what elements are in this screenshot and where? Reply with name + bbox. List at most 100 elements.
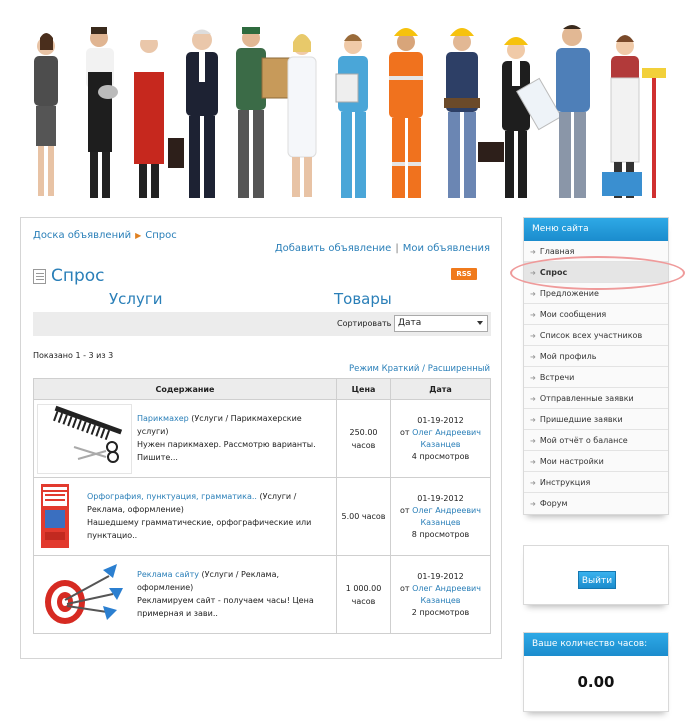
content-cell: Орфография, пунктуация, грамматика.. (Ус… — [33, 477, 337, 556]
main-panel: Доска объявлений ▶ Спрос Добавить объявлен… — [20, 217, 502, 659]
breadcrumb-root-link[interactable]: Доска объявлений — [33, 230, 131, 241]
top-links: Добавить объявление | Мои объявления — [275, 243, 490, 254]
add-ad-link[interactable]: Добавить объявление — [275, 243, 392, 254]
arrow-right-icon: ➜ — [530, 395, 536, 403]
date-cell: 01-19-2012 от Олег Андреевич Казанцев 2 … — [390, 555, 491, 634]
view-mode: Режим Краткий / Расширенный — [349, 364, 490, 374]
arrow-right-icon: ➜ — [530, 374, 536, 382]
author-link[interactable]: Олег Андреевич Казанцев — [412, 428, 481, 449]
date-cell: 01-19-2012 от Олег Андреевич Казанцев 4 … — [390, 399, 491, 478]
table-row: Орфография, пунктуация, грамматика.. (Ус… — [33, 477, 491, 556]
price-cell: 250.00 часов — [336, 399, 391, 478]
ads-table: Содержание Цена Дата Парикмахер (Услуги … — [33, 378, 491, 634]
ad-title-link[interactable]: Орфография, пунктуация, грамматика.. — [87, 492, 257, 501]
view-count: 8 просмотров — [411, 529, 470, 539]
breadcrumb-current-link[interactable]: Спрос — [145, 230, 176, 241]
ad-date: 01-19-2012 — [417, 571, 464, 581]
menu-item-sent-requests[interactable]: ➜ Отправленные заявки — [524, 388, 668, 409]
menu-item-label: Мой отчёт о балансе — [539, 436, 628, 445]
arrow-right-icon: ➜ — [530, 248, 536, 256]
ad-title-link[interactable]: Парикмахер — [137, 414, 189, 423]
breadcrumb-arrow-icon: ▶ — [135, 231, 142, 240]
price-unit: часов — [351, 596, 376, 606]
arrow-right-icon: ➜ — [530, 479, 536, 487]
menu-item-label: Пришедшие заявки — [539, 415, 623, 424]
author-link[interactable]: Олег Андреевич Казанцев — [412, 584, 481, 605]
arrow-right-icon: ➜ — [530, 332, 536, 340]
menu-item-forum[interactable]: ➜ Форум — [524, 493, 668, 514]
menu-item-label: Список всех участников — [539, 331, 643, 340]
arrow-right-icon: ➜ — [530, 500, 536, 508]
rss-icon[interactable]: RSS — [451, 268, 477, 280]
menu-item-balance-report[interactable]: ➜ Мой отчёт о балансе — [524, 430, 668, 451]
breadcrumb: Доска объявлений ▶ Спрос — [33, 230, 177, 241]
author-prefix: от — [400, 505, 410, 515]
logout-button[interactable]: Выйти — [578, 571, 616, 589]
view-count: 4 просмотров — [411, 451, 470, 461]
column-header-price: Цена — [336, 378, 391, 400]
menu-item-label: Предложение — [539, 289, 599, 298]
menu-item-meetings[interactable]: ➜ Встречи — [524, 367, 668, 388]
menu-item-members[interactable]: ➜ Список всех участников — [524, 325, 668, 346]
logout-box: Выйти — [523, 545, 669, 605]
hours-box: Ваше количество часов: 0.00 — [523, 632, 669, 712]
sort-selected-value: Дата — [398, 318, 422, 328]
ad-thumbnail-target[interactable] — [37, 559, 132, 630]
author-prefix: от — [400, 583, 410, 593]
site-menu-title: Меню сайта — [524, 218, 668, 241]
column-header-date: Дата — [390, 378, 491, 400]
category-row: Услуги Товары — [33, 290, 491, 312]
ad-description: Орфография, пунктуация, грамматика.. (Ус… — [87, 490, 330, 542]
ad-thumbnail-comb-scissors[interactable] — [37, 403, 132, 474]
view-mode-separator: / — [422, 364, 425, 374]
view-mode-label: Режим — [348, 364, 379, 374]
menu-item-profile[interactable]: ➜ Мой профиль — [524, 346, 668, 367]
document-icon — [33, 269, 46, 284]
menu-item-label: Мои сообщения — [539, 310, 607, 319]
view-mode-short-link[interactable]: Краткий — [382, 364, 420, 374]
top-links-separator: | — [395, 243, 399, 254]
my-ads-link[interactable]: Мои объявления — [403, 243, 490, 254]
sort-select[interactable]: Дата — [394, 315, 488, 332]
highlight-ellipse — [510, 256, 685, 290]
author-link[interactable]: Олег Андреевич Казанцев — [412, 506, 481, 527]
ad-title-link[interactable]: Реклама сайту — [137, 570, 199, 579]
arrow-right-icon: ➜ — [530, 311, 536, 319]
ad-description: Реклама сайту (Услуги / Реклама, оформле… — [137, 568, 330, 620]
view-mode-full-link[interactable]: Расширенный — [428, 364, 490, 374]
price-cell: 1 000.00 часов — [336, 555, 391, 634]
ad-date: 01-19-2012 — [417, 415, 464, 425]
price-value: 5.00 часов — [341, 512, 386, 521]
menu-item-instructions[interactable]: ➜ Инструкция — [524, 472, 668, 493]
menu-item-label: Форум — [539, 499, 568, 508]
sort-bar: Сортировать по Дата — [33, 312, 491, 336]
menu-item-messages[interactable]: ➜ Мои сообщения — [524, 304, 668, 325]
category-services-link[interactable]: Услуги — [109, 290, 162, 308]
arrow-right-icon: ➜ — [530, 290, 536, 298]
price-unit: часов — [351, 440, 376, 450]
column-header-content: Содержание — [33, 378, 337, 400]
menu-item-label: Встречи — [539, 373, 575, 382]
date-cell: 01-19-2012 от Олег Андреевич Казанцев 8 … — [390, 477, 491, 556]
table-header-row: Содержание Цена Дата — [33, 378, 491, 400]
arrow-right-icon: ➜ — [530, 353, 536, 361]
content-cell: Реклама сайту (Услуги / Реклама, оформле… — [33, 555, 337, 634]
arrow-right-icon: ➜ — [530, 458, 536, 466]
author-prefix: от — [400, 427, 410, 437]
menu-item-settings[interactable]: ➜ Мои настройки — [524, 451, 668, 472]
ad-description: Парикмахер (Услуги / Парикмахерские услу… — [137, 412, 330, 464]
price-value: 250.00 — [349, 427, 378, 437]
menu-item-label: Мои настройки — [539, 457, 604, 466]
content-cell: Парикмахер (Услуги / Парикмахерские услу… — [33, 399, 337, 478]
results-count: Показано 1 - 3 из 3 — [33, 351, 114, 360]
price-value: 1 000.00 — [345, 583, 382, 593]
comb-scissors-icon — [53, 405, 123, 463]
category-goods-link[interactable]: Товары — [334, 290, 392, 308]
menu-item-label: Инструкция — [539, 478, 591, 487]
workers-banner-image — [16, 12, 674, 200]
menu-item-label: Главная — [539, 247, 575, 256]
ad-text: Нужен парикмахер. Рассмотрю варианты. Пи… — [137, 439, 316, 462]
page-title: Спрос — [51, 266, 105, 286]
menu-item-incoming-requests[interactable]: ➜ Пришедшие заявки — [524, 409, 668, 430]
menu-item-label: Мой профиль — [539, 352, 597, 361]
